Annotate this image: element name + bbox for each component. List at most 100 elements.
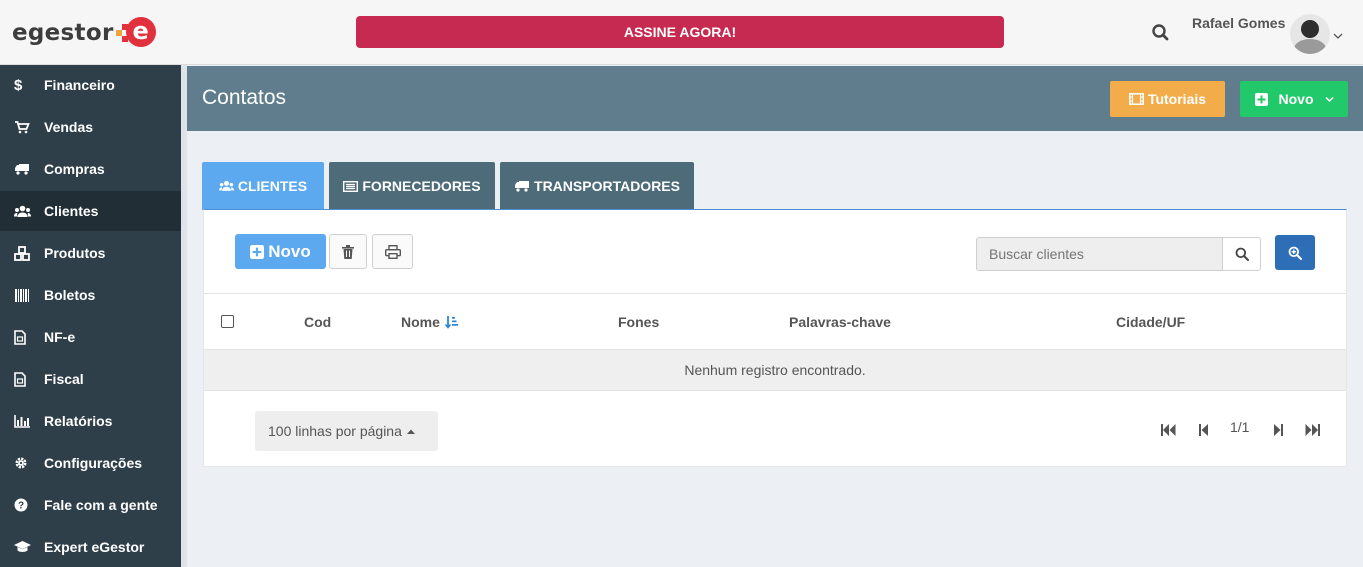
tab-clientes[interactable]: CLIENTES (202, 162, 324, 210)
logo-mark-letter: e (125, 17, 156, 47)
subscribe-now-button[interactable]: ASSINE AGORA! (356, 16, 1004, 48)
users-icon (218, 180, 234, 192)
sidebar-item-label: Fale com a gente (44, 497, 158, 513)
sidebar-item-label: Configurações (44, 455, 143, 471)
tutorials-button[interactable]: Tutoriais (1110, 81, 1225, 117)
top-header: egestor e ASSINE AGORA! Rafael Gomes (0, 0, 1363, 65)
print-button[interactable] (372, 234, 413, 269)
page-title: Contatos (202, 86, 287, 109)
sidebar-item-label: Fiscal (44, 371, 84, 387)
rows-per-page-label: 100 linhas por página (268, 423, 402, 439)
sidebar-item-label: Relatórios (44, 413, 113, 429)
sidebar-item-label: NF-e (44, 329, 76, 345)
svg-text:?: ? (18, 501, 24, 512)
sidebar-item-clientes[interactable]: Clientes (0, 191, 181, 231)
tutorials-label: Tutoriais (1147, 91, 1207, 107)
tab-label: FORNECEDORES (362, 178, 481, 194)
logo-mark-icon: e (115, 16, 156, 50)
column-header-cod[interactable]: Cod (304, 314, 331, 330)
tab-label: TRANSPORTADORES (534, 178, 680, 194)
sidebar-item-label: Vendas (44, 119, 94, 135)
egestor-logo[interactable]: egestor e (12, 16, 156, 50)
empty-table-message: Nenhum registro encontrado. (204, 350, 1346, 391)
fast-backward-icon (1161, 424, 1176, 436)
tab-transportadores[interactable]: TRANSPORTADORES (500, 162, 694, 210)
sort-ascending-icon (444, 315, 459, 329)
step-forward-icon (1274, 424, 1283, 436)
print-icon (384, 244, 401, 259)
plus-square-icon (1254, 92, 1268, 106)
page-indicator: 1/1 (1230, 419, 1250, 435)
search-icon (1235, 247, 1249, 261)
column-header-cidade-uf[interactable]: Cidade/UF (1116, 314, 1185, 330)
first-page-button[interactable] (1161, 422, 1176, 438)
sidebar-item-vendas[interactable]: Vendas (0, 107, 181, 147)
list-icon (343, 180, 359, 192)
dollar-icon: $ (14, 76, 23, 94)
cart-icon (0, 120, 44, 134)
sidebar: $ Financeiro Vendas Compras Clientes Pro… (0, 65, 181, 567)
column-header-nome[interactable]: Nome (401, 314, 459, 330)
new-label: Novo (1278, 91, 1314, 107)
sidebar-item-configuracoes[interactable]: Configurações (0, 443, 181, 483)
sidebar-item-label: Clientes (44, 203, 99, 219)
new-dropdown-button[interactable]: Novo (1240, 81, 1348, 117)
sidebar-item-boletos[interactable]: Boletos (0, 275, 181, 315)
last-page-button[interactable] (1305, 422, 1320, 438)
film-icon (1129, 93, 1144, 105)
select-all-checkbox[interactable] (221, 315, 234, 328)
sidebar-item-relatorios[interactable]: Relatórios (0, 401, 181, 441)
contacts-panel: Novo Cod Nome Fones Palavras-chave Cidad… (203, 209, 1347, 467)
gear-icon (0, 456, 44, 470)
page-header: Contatos Tutoriais Novo (187, 66, 1363, 131)
question-icon: ? (0, 498, 44, 512)
sidebar-item-label: Produtos (44, 245, 106, 261)
column-header-nome-label: Nome (401, 314, 440, 330)
zoom-in-icon (1288, 246, 1302, 260)
tab-label: CLIENTES (237, 178, 308, 194)
table-header: Cod Nome Fones Palavras-chave Cidade/UF (204, 293, 1346, 350)
add-client-button[interactable]: Novo (235, 234, 326, 269)
search-button[interactable] (1222, 237, 1261, 271)
graduation-cap-icon (0, 541, 44, 553)
column-header-fones[interactable]: Fones (618, 314, 659, 330)
chevron-down-icon[interactable] (1333, 28, 1343, 39)
truck-icon (514, 180, 530, 192)
sidebar-item-expert-egestor[interactable]: Expert eGestor (0, 527, 181, 567)
advanced-search-button[interactable] (1275, 235, 1315, 270)
sidebar-divider (181, 65, 187, 567)
barcode-icon (0, 288, 44, 302)
file-icon (0, 329, 44, 345)
sidebar-item-produtos[interactable]: Produtos (0, 233, 181, 273)
chevron-down-icon (1324, 96, 1334, 103)
sidebar-item-compras[interactable]: Compras (0, 149, 181, 189)
rows-per-page-dropdown[interactable]: 100 linhas por página (255, 411, 438, 451)
logo-text: egestor (12, 20, 114, 46)
previous-page-button[interactable] (1199, 422, 1208, 438)
next-page-button[interactable] (1274, 422, 1283, 438)
sidebar-item-fale-com-a-gente[interactable]: ? Fale com a gente (0, 485, 181, 525)
column-header-palavras-chave[interactable]: Palavras-chave (789, 314, 891, 330)
user-name[interactable]: Rafael Gomes (1192, 15, 1285, 31)
tab-fornecedores[interactable]: FORNECEDORES (329, 162, 495, 210)
delete-button[interactable] (329, 234, 367, 269)
sidebar-item-nfe[interactable]: NF-e (0, 317, 181, 357)
search-icon[interactable] (1150, 22, 1172, 44)
sidebar-item-fiscal[interactable]: Fiscal (0, 359, 181, 399)
caret-up-icon (406, 429, 415, 434)
bar-chart-icon (0, 414, 44, 428)
file-icon (0, 371, 44, 387)
search-input[interactable] (976, 237, 1223, 271)
sidebar-item-label: Expert eGestor (44, 539, 145, 555)
sidebar-item-label: Boletos (44, 287, 96, 303)
add-client-label: Novo (268, 241, 311, 261)
users-icon (0, 205, 44, 218)
fast-forward-icon (1305, 424, 1320, 436)
avatar[interactable] (1290, 14, 1330, 54)
sidebar-item-label: Financeiro (44, 77, 115, 93)
sidebar-item-financeiro[interactable]: $ Financeiro (0, 65, 181, 105)
plus-square-icon (250, 244, 265, 259)
cubes-icon (0, 245, 44, 261)
step-backward-icon (1199, 424, 1208, 436)
sidebar-item-label: Compras (44, 161, 105, 177)
